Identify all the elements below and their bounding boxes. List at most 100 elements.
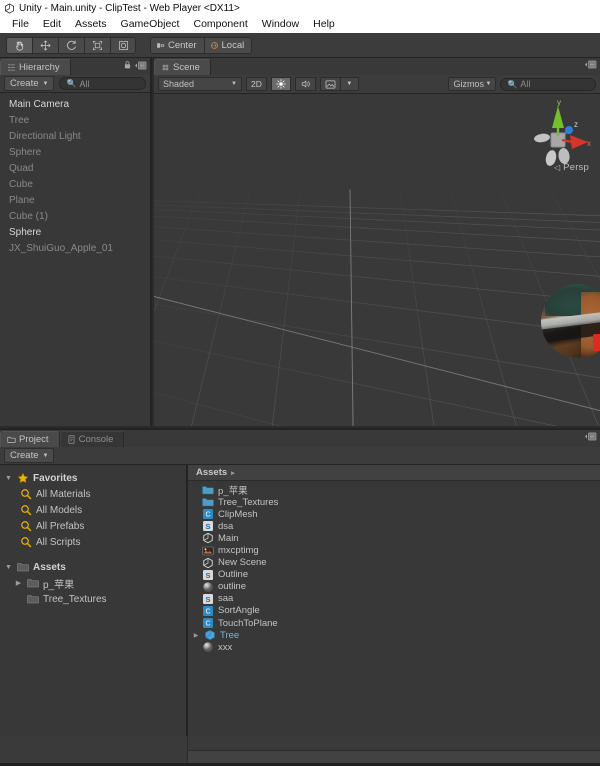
hierarchy-item-tree[interactable]: Tree — [0, 113, 150, 129]
tab-scene[interactable]: Scene — [154, 59, 211, 75]
menu-component[interactable]: Component — [186, 16, 254, 33]
scene-gizmos-dropdown[interactable]: Gizmos ▼ — [448, 77, 497, 91]
tree-item-all-scripts[interactable]: All Scripts — [0, 534, 186, 550]
panel-menu-icon[interactable] — [585, 432, 597, 441]
hierarchy-item-plane[interactable]: Plane — [0, 193, 150, 209]
hierarchy-item-quad[interactable]: Quad — [0, 161, 150, 177]
scene-effects-dropdown[interactable]: ▼ — [339, 77, 359, 91]
asset-row-mxcptimg[interactable]: mxcptimg — [188, 544, 600, 556]
hierarchy-search-input[interactable]: 🔍 All — [59, 77, 146, 90]
asset-row-clipmesh[interactable]: C ClipMesh — [188, 508, 600, 520]
hierarchy-item-cube[interactable]: Cube — [0, 177, 150, 193]
hierarchy-item-sphere-2[interactable]: Sphere — [0, 225, 150, 241]
hierarchy-item-directional-light[interactable]: Directional Light — [0, 129, 150, 145]
pivot-mode-label: Center — [168, 39, 197, 51]
move-tool-button[interactable] — [32, 36, 58, 54]
material-icon — [203, 582, 213, 592]
gizmo-y-label: y — [557, 98, 561, 107]
asset-row-saa[interactable]: S saa — [188, 593, 600, 605]
scene-lighting-toggle[interactable] — [270, 77, 291, 91]
hierarchy-item-cube-1[interactable]: Cube (1) — [0, 209, 150, 225]
asset-row-tree-textures[interactable]: Tree_Textures — [188, 496, 600, 508]
hierarchy-create-button[interactable]: Create ▼ — [4, 76, 55, 91]
tree-item-p-apple[interactable]: ▶ p_苹果 — [0, 575, 186, 591]
pivot-rotation-button[interactable]: Local — [203, 36, 253, 54]
tree-item-all-models[interactable]: All Models — [0, 502, 186, 518]
hand-icon — [16, 40, 24, 50]
menu-gameobject[interactable]: GameObject — [114, 16, 187, 33]
scene-draw-mode-dropdown[interactable]: Shaded ▼ — [158, 77, 242, 91]
asset-row-outline-shader[interactable]: S Outline — [188, 569, 600, 581]
asset-row-dsa[interactable]: S dsa — [188, 520, 600, 532]
hierarchy-item-main-camera[interactable]: Main Camera — [0, 97, 150, 113]
project-tree-column[interactable]: ▼ Favorites All Materials All Models All… — [0, 465, 188, 736]
scene-draw-mode-label: Shaded — [163, 79, 195, 89]
chevron-down-icon[interactable]: ▼ — [4, 564, 13, 571]
scene-tab-bar: Scene — [154, 58, 600, 75]
search-icon: 🔍 — [507, 79, 518, 89]
window-title-text: Unity - Main.unity - ClipTest - Web Play… — [19, 2, 240, 14]
tab-hierarchy[interactable]: Hierarchy — [0, 59, 71, 75]
tree-item-all-materials[interactable]: All Materials — [0, 486, 186, 502]
hand-tool-button[interactable] — [6, 36, 32, 54]
status-bar-message-area — [188, 736, 600, 751]
asset-row-main[interactable]: Main — [188, 532, 600, 544]
panel-menu-icon[interactable] — [135, 61, 147, 70]
asset-row-outline-material[interactable]: outline — [188, 581, 600, 593]
hierarchy-item-apple[interactable]: JX_ShuiGuo_Apple_01 — [0, 241, 150, 257]
search-icon — [21, 537, 32, 548]
scene-projection-label[interactable]: ◁ Persp — [554, 162, 589, 173]
scene-audio-toggle[interactable] — [294, 77, 316, 91]
tab-project[interactable]: Project — [0, 431, 60, 447]
chevron-down-icon[interactable]: ▼ — [4, 475, 13, 482]
shader-icon: S — [203, 569, 213, 580]
asset-row-tree-prefab[interactable]: ▶ Tree — [188, 629, 600, 641]
rect-transform-tool-button[interactable] — [110, 36, 136, 54]
asset-row-new-scene[interactable]: New Scene — [188, 557, 600, 569]
project-subbar: Create ▼ — [0, 447, 600, 465]
lock-icon[interactable] — [123, 60, 132, 70]
csharp-script-icon: C — [203, 618, 213, 629]
chevron-right-icon[interactable]: ▶ — [192, 632, 200, 639]
search-icon — [21, 521, 32, 532]
menu-file[interactable]: File — [5, 16, 36, 33]
menu-help[interactable]: Help — [306, 16, 342, 33]
asset-row-sortangle[interactable]: C SortAngle — [188, 605, 600, 617]
menu-assets[interactable]: Assets — [68, 16, 114, 33]
menu-window[interactable]: Window — [255, 16, 306, 33]
search-icon: 🔍 — [66, 79, 77, 88]
scene-viewport[interactable]: y x z ◁ Persp — [154, 94, 600, 426]
material-icon — [203, 642, 213, 653]
scene-asset-icon — [203, 533, 213, 544]
hierarchy-object-list[interactable]: Main Camera Tree Directional Light Spher… — [0, 93, 150, 426]
scene-2d-toggle[interactable]: 2D — [246, 77, 267, 91]
asset-list[interactable]: p_苹果 Tree_Textures C ClipMesh S dsa Main… — [188, 481, 600, 736]
tree-item-all-prefabs[interactable]: All Prefabs — [0, 518, 186, 534]
scale-tool-button[interactable] — [84, 36, 110, 54]
scene-gizmo-search-input[interactable]: 🔍 All — [500, 77, 596, 91]
main-toolbar: Center Local — [0, 33, 600, 58]
asset-row-touchtoplane[interactable]: C TouchToPlane — [188, 617, 600, 629]
svg-text:S: S — [205, 522, 210, 531]
tree-item-tree-textures[interactable]: ▸ Tree_Textures — [0, 591, 186, 607]
project-asset-column: Assets ▸ p_苹果 Tree_Textures C ClipMesh S… — [188, 465, 600, 736]
breadcrumb[interactable]: Assets ▸ — [188, 465, 600, 481]
asset-label: New Scene — [218, 557, 267, 569]
rotate-tool-button[interactable] — [58, 36, 84, 54]
tab-console[interactable]: Console — [59, 431, 125, 447]
asset-label: Outline — [218, 569, 249, 581]
tree-item-favorites[interactable]: ▼ Favorites — [0, 470, 186, 486]
project-create-button[interactable]: Create ▼ — [4, 448, 55, 463]
asset-label: outline — [218, 581, 246, 593]
hierarchy-item-sphere[interactable]: Sphere — [0, 145, 150, 161]
pivot-mode-button[interactable]: Center — [150, 36, 204, 54]
tree-item-assets[interactable]: ▼ Assets — [0, 559, 186, 575]
panel-menu-icon[interactable] — [585, 60, 597, 69]
chevron-right-icon[interactable]: ▶ — [14, 579, 23, 587]
asset-row-xxx[interactable]: xxx — [188, 641, 600, 653]
csharp-script-icon: C — [203, 605, 213, 616]
shader-icon: S — [203, 521, 213, 532]
scene-effects-toggle[interactable] — [319, 77, 340, 91]
asset-row-p-apple[interactable]: p_苹果 — [188, 484, 600, 497]
menu-edit[interactable]: Edit — [36, 16, 68, 33]
